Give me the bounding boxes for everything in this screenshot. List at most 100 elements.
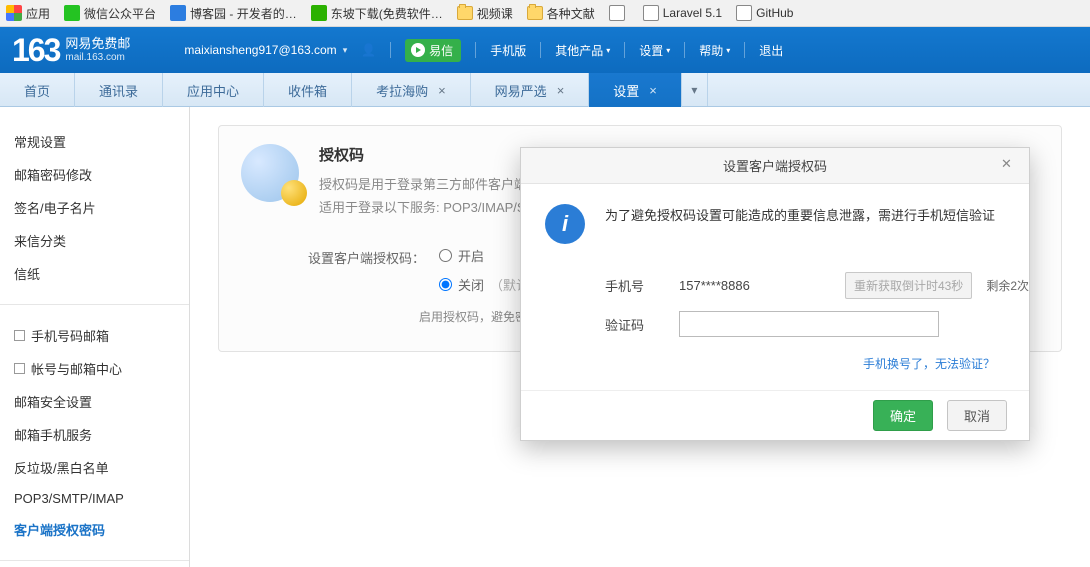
bookmark-item[interactable]: 各种文献 (527, 5, 595, 22)
account-icon (14, 363, 25, 374)
sidebar-group: 常规设置 邮箱密码修改 签名/电子名片 来信分类 信纸 (0, 119, 189, 296)
radio-label: 开启 (458, 246, 484, 265)
document-icon (736, 5, 752, 21)
sidebar-item-label: 手机号码邮箱 (31, 326, 109, 345)
sidebar-item-label: 邮箱密码修改 (14, 165, 92, 184)
sidebar-separator (0, 560, 189, 561)
bookmark-apps[interactable]: 应用 (6, 5, 50, 22)
chevron-down-icon: ▾ (606, 46, 610, 55)
info-icon: i (545, 204, 585, 244)
auth-code-icon (241, 144, 299, 202)
logo[interactable]: 163 网易免费邮 mail.163.com (12, 32, 130, 69)
sidebar-item[interactable]: 常规设置 (0, 125, 189, 158)
cancel-button[interactable]: 取消 (947, 400, 1007, 431)
radio-input[interactable] (439, 278, 452, 291)
divider (624, 42, 625, 58)
divider (475, 42, 476, 58)
header-link-exit[interactable]: 退出 (759, 42, 783, 59)
link-label: 退出 (759, 42, 783, 59)
bookmark-label: 微信公众平台 (84, 5, 156, 22)
download-icon (311, 5, 327, 21)
sidebar-item[interactable]: POP3/SMTP/IMAP (0, 484, 189, 513)
tab-settings[interactable]: 设置 × (589, 73, 682, 107)
bookmark-label: 东坡下载(免费软件… (331, 5, 443, 22)
tab-inbox[interactable]: 收件箱 (264, 73, 352, 107)
link-label: 易信 (429, 42, 453, 59)
tab-label: 收件箱 (288, 81, 327, 100)
chevron-down-icon: ▾ (691, 83, 697, 97)
header-link-mobile[interactable]: 手机版 (490, 42, 526, 59)
sidebar-item[interactable]: 帐号与邮箱中心 (0, 352, 189, 385)
header-link-settings[interactable]: 设置▾ (639, 42, 670, 59)
sidebar-item[interactable]: 邮箱安全设置 (0, 385, 189, 418)
sidebar-item[interactable]: 邮箱密码修改 (0, 158, 189, 191)
play-icon (411, 43, 425, 57)
header-link-other[interactable]: 其他产品▾ (555, 42, 610, 59)
folder-icon (457, 6, 473, 20)
sidebar-item[interactable]: 信纸 (0, 257, 189, 290)
code-label: 验证码 (605, 315, 665, 334)
sidebar-item-label: 信纸 (14, 264, 40, 283)
bookmark-item[interactable]: Laravel 5.1 (643, 5, 722, 21)
sidebar-item[interactable]: 反垃圾/黑白名单 (0, 451, 189, 484)
wechat-icon (64, 5, 80, 21)
ok-button[interactable]: 确定 (873, 400, 933, 431)
close-icon[interactable]: ✕ (1001, 156, 1019, 174)
bookmark-label: 应用 (26, 5, 50, 22)
sidebar-item[interactable]: 来信分类 (0, 224, 189, 257)
sidebar-item[interactable]: 签名/电子名片 (0, 191, 189, 224)
sidebar-item-label: 来信分类 (14, 231, 66, 250)
bookmark-item[interactable]: 东坡下载(免费软件… (311, 5, 443, 22)
close-icon[interactable]: × (649, 83, 657, 98)
close-icon[interactable]: × (557, 83, 565, 98)
account-email: maixiansheng917@163.com (184, 43, 336, 57)
tab-overflow[interactable]: ▾ (682, 73, 708, 106)
identity-icon[interactable]: 👤 (361, 43, 376, 57)
tab-label: 应用中心 (187, 81, 239, 100)
tab-yanxuan[interactable]: 网易严选× (471, 73, 590, 107)
logo-number: 163 (12, 32, 59, 69)
link-label: 设置 (639, 42, 663, 59)
sidebar-item-label: 反垃圾/黑白名单 (14, 458, 109, 477)
bookmark-item[interactable]: 微信公众平台 (64, 5, 156, 22)
folder-icon (527, 6, 543, 20)
phone-icon (14, 330, 25, 341)
chevron-down-icon: ▾ (726, 46, 730, 55)
tab-home[interactable]: 首页 (0, 73, 75, 107)
bookmark-label: Laravel 5.1 (663, 6, 722, 20)
bookmark-item[interactable] (609, 5, 629, 21)
code-input[interactable] (679, 311, 939, 337)
yixin-button[interactable]: 易信 (405, 39, 461, 62)
link-label: 帮助 (699, 42, 723, 59)
bookmark-item[interactable]: 视频课 (457, 5, 513, 22)
phone-changed-link[interactable]: 手机换号了，无法验证？ (521, 355, 1029, 372)
radio-input[interactable] (439, 249, 452, 262)
sidebar-group: 手机号码邮箱 帐号与邮箱中心 邮箱安全设置 邮箱手机服务 反垃圾/黑白名单 PO… (0, 313, 189, 552)
tab-contacts[interactable]: 通讯录 (75, 73, 163, 107)
tab-kaola[interactable]: 考拉海购× (352, 73, 471, 107)
sidebar-item-auth-code[interactable]: 客户端授权密码 (0, 513, 189, 546)
mail-header: 163 网易免费邮 mail.163.com maixiansheng917@1… (0, 27, 1090, 73)
document-icon (643, 5, 659, 21)
link-label: 手机版 (490, 42, 526, 59)
divider (540, 42, 541, 58)
header-link-help[interactable]: 帮助▾ (699, 42, 730, 59)
browser-bookmark-bar: 应用 微信公众平台 博客园 - 开发者的… 东坡下载(免费软件… 视频课 各种文… (0, 0, 1090, 27)
tab-app-center[interactable]: 应用中心 (163, 73, 264, 107)
sidebar-item[interactable]: 邮箱手机服务 (0, 418, 189, 451)
sidebar-item[interactable]: 手机号码邮箱 (0, 319, 189, 352)
modal-message: 为了避免授权码设置可能造成的重要信息泄露，需进行手机短信验证 (605, 204, 995, 244)
tab-label: 首页 (24, 81, 50, 100)
close-icon[interactable]: × (438, 83, 446, 98)
auth-setting-label: 设置客户端授权码： (305, 246, 425, 267)
bookmark-item[interactable]: GitHub (736, 5, 793, 21)
chevron-down-icon: ▾ (343, 45, 348, 56)
chevron-down-icon: ▾ (666, 46, 670, 55)
document-icon (609, 5, 625, 21)
account-dropdown[interactable]: maixiansheng917@163.com ▾ (184, 43, 347, 57)
sidebar-item-label: 常规设置 (14, 132, 66, 151)
apps-icon (6, 5, 22, 21)
bookmark-item[interactable]: 博客园 - 开发者的… (170, 5, 297, 22)
tab-label: 设置 (613, 81, 639, 100)
divider (390, 42, 391, 58)
